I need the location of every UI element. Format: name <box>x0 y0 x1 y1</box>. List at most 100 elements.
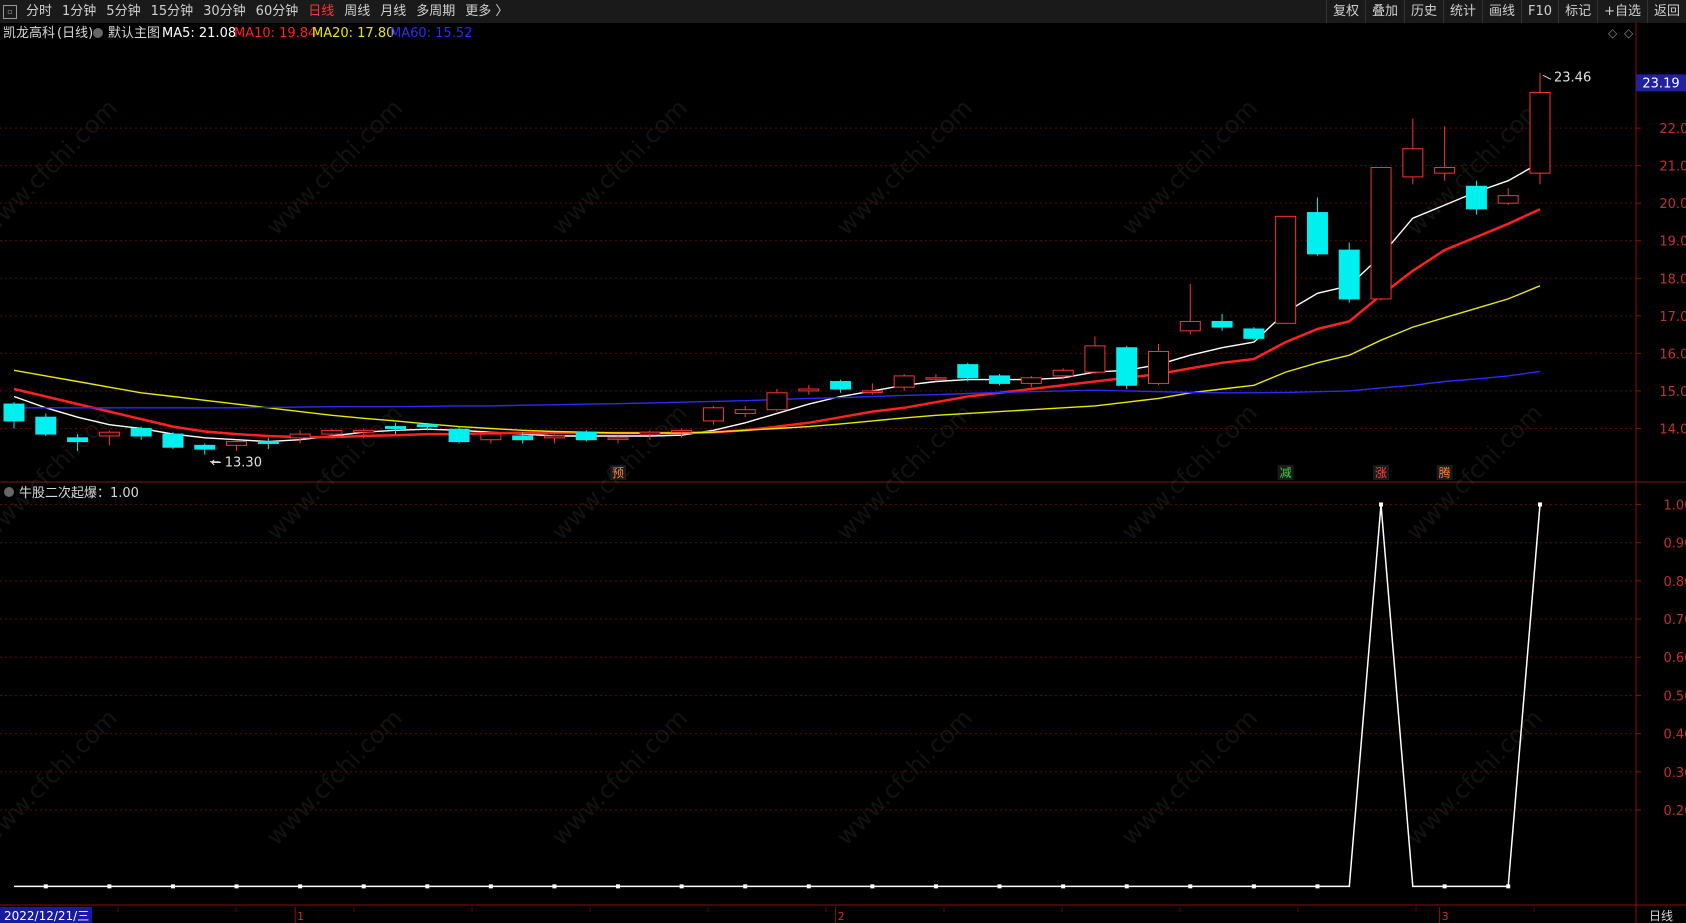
diamond-icon: ◇ <box>1624 26 1634 40</box>
toolbar-button-3[interactable]: 统计 <box>1443 0 1482 23</box>
candle-body <box>1116 347 1138 386</box>
main-header: 凯龙高科 (日线) 默认主图 MA5: 21.08MA10: 19.84MA20: 1… <box>3 25 472 41</box>
period-tab-3[interactable]: 15分钟 <box>146 0 199 23</box>
candle-body <box>67 437 89 443</box>
candle-body <box>1370 167 1392 300</box>
candle[interactable] <box>766 389 788 412</box>
candle-body <box>512 435 534 441</box>
candle[interactable] <box>1370 167 1392 301</box>
candle-body <box>671 429 693 433</box>
candle-body <box>130 427 152 437</box>
stock-name: 凯龙高科 <box>3 25 55 41</box>
indicator-dropdown-icon[interactable] <box>4 487 14 497</box>
candle-body <box>1020 377 1042 384</box>
sub-axis-label: 0.60 <box>1664 651 1686 666</box>
period-tab-9[interactable]: 多周期 <box>411 0 460 23</box>
toolbar-button-6[interactable]: 标记 <box>1558 0 1597 23</box>
current-date: 2022/12/21/三 <box>4 909 89 923</box>
candle[interactable] <box>1275 215 1297 324</box>
indicator-point <box>997 884 1002 889</box>
ma-value-label-2: MA20: 17.80 <box>312 26 394 41</box>
candle[interactable] <box>989 374 1011 386</box>
indicator-point <box>743 884 748 889</box>
indicator-point <box>234 884 239 889</box>
indicator-point <box>1315 884 1320 889</box>
indicator-point <box>298 884 303 889</box>
indicator-point <box>425 884 430 889</box>
period-tab-7[interactable]: 周线 <box>339 0 375 23</box>
toolbar-button-7[interactable]: +自选 <box>1597 0 1647 23</box>
template-dropdown-icon[interactable] <box>93 28 103 38</box>
period-tab-5[interactable]: 60分钟 <box>251 0 304 23</box>
window-menu-icon[interactable]: ▫ <box>3 4 17 19</box>
candle-body <box>1211 320 1233 328</box>
candle-body <box>1434 167 1456 174</box>
month-mark-2: 3 <box>1442 910 1449 923</box>
period-tab-1[interactable]: 1分钟 <box>57 0 101 23</box>
period-tab-4[interactable]: 30分钟 <box>198 0 251 23</box>
toolbar-button-5[interactable]: F10 <box>1521 0 1558 23</box>
current-price-tag: 23.19 <box>1642 76 1679 91</box>
candle[interactable] <box>448 426 470 444</box>
stock-chart[interactable]: www.cfchi.com www.cfchi.com www.cfchi.com w… <box>0 23 1686 923</box>
toolbar-button-1[interactable]: 叠加 <box>1364 0 1404 23</box>
period-label: 日线 <box>1649 909 1673 923</box>
indicator-point <box>806 884 811 889</box>
candle-body <box>353 429 375 433</box>
candle-body <box>925 377 947 380</box>
candle-body <box>543 435 565 439</box>
toolbar-button-8[interactable]: 返回 <box>1646 0 1686 23</box>
main-axis-label: 16.00 <box>1659 347 1686 362</box>
candle[interactable] <box>575 430 597 442</box>
candle-body <box>893 375 915 388</box>
period-tab-0[interactable]: 分时 <box>21 0 57 23</box>
candle[interactable] <box>35 413 57 436</box>
indicator-point <box>616 884 621 889</box>
ma-value-label-0: MA5: 21.08 <box>162 26 236 41</box>
main-axis-label: 20.00 <box>1659 197 1686 212</box>
period-tab-2[interactable]: 5分钟 <box>101 0 145 23</box>
toolbar-button-2[interactable]: 历史 <box>1403 0 1443 23</box>
indicator-point <box>43 884 48 889</box>
indicator-point <box>1061 884 1066 889</box>
candle[interactable] <box>1243 327 1265 341</box>
period-tab-8[interactable]: 月线 <box>375 0 411 23</box>
candle-body <box>1179 320 1201 332</box>
candle-body <box>861 390 883 393</box>
signal-label-1: 减 <box>1280 466 1292 480</box>
candle-body <box>639 431 661 435</box>
low-marker-arrow-glyph: ← <box>211 456 222 471</box>
sub-axis-label: 0.30 <box>1664 766 1686 781</box>
stock-period: (日线) <box>57 26 93 41</box>
candle[interactable] <box>1116 345 1138 390</box>
toolbar-button-4[interactable]: 画线 <box>1482 0 1521 23</box>
ma-value-label-1: MA10: 19.84 <box>234 26 316 41</box>
indicator-point <box>1379 502 1384 507</box>
sub-axis-label: 0.80 <box>1664 575 1686 590</box>
indicator-point <box>1506 884 1511 889</box>
indicator-point <box>1188 884 1193 889</box>
high-price-marker: 23.46 <box>1554 70 1591 85</box>
indicator-point <box>933 884 938 889</box>
indicator-point <box>107 884 112 889</box>
candle[interactable] <box>162 432 184 450</box>
toolbar-button-0[interactable]: 复权 <box>1325 0 1365 23</box>
period-tab-6[interactable]: 日线 <box>303 0 339 23</box>
low-price-marker: 13.30 <box>225 456 262 471</box>
sub-axis-label: 0.70 <box>1664 613 1686 628</box>
sub-axis-label: 0.90 <box>1664 537 1686 552</box>
candle-body <box>989 375 1011 384</box>
period-tab-10[interactable]: 更多 〉 <box>460 0 513 23</box>
candle-body <box>448 428 470 443</box>
main-axis-label: 15.00 <box>1659 385 1686 400</box>
candle-body <box>226 441 248 446</box>
candle-body <box>98 431 120 437</box>
signal-label-0: 预 <box>612 466 624 480</box>
template-label: 默认主图 <box>108 25 160 41</box>
candle-body <box>162 433 184 448</box>
candle-body <box>1084 345 1106 373</box>
main-axis-label: 17.00 <box>1659 310 1686 325</box>
candle-body <box>575 431 597 441</box>
candle[interactable] <box>1338 242 1360 303</box>
sub-axis-label: 1.00 <box>1664 498 1686 513</box>
